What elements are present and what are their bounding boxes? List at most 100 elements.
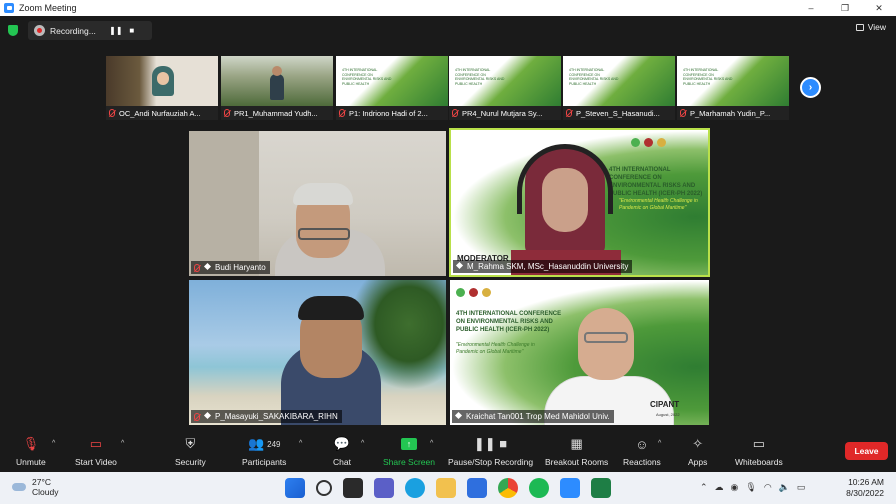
spotify-icon[interactable] [529,478,549,498]
zoom-tray-icon[interactable]: ◉ [731,482,739,493]
breakout-rooms-icon: ▦ [570,436,583,451]
cloud-icon [12,483,26,491]
video-off-icon: ▭ [89,436,103,451]
chat-button[interactable]: 💬 Chat [333,435,351,467]
apps-icon: ✧ [692,436,704,451]
battery-icon[interactable]: ▭ [797,482,806,493]
recording-indicator: Recording... ❚❚ ■ [28,21,152,40]
start-video-button[interactable]: ▭ Start Video [75,435,117,467]
muted-mic-icon [339,109,345,117]
pin-icon [204,264,211,271]
participant-name: P_Masayuki_SAKAKIBARA_RIHN [215,412,338,421]
file-explorer-icon[interactable] [436,478,456,498]
share-options-caret-icon[interactable]: ^ [430,440,433,447]
volume-icon[interactable]: 🔈 [779,482,790,493]
clock-date: 8/30/2022 [846,488,884,498]
next-page-arrow-icon[interactable]: › [800,77,821,98]
sponsor-logos [456,288,491,297]
slide-conference-title: 4TH INTERNATIONAL CONFERENCE ON ENVIRONM… [609,167,703,197]
edge-browser-icon[interactable] [405,478,425,498]
window-titlebar: Zoom Meeting – ❐ ✕ [0,0,896,16]
shield-icon: ⛨ [185,436,196,451]
video-tile[interactable]: P_Masayuki_SAKAKIBARA_RIHN [189,280,446,425]
pin-icon [456,263,463,270]
leave-button[interactable]: Leave [845,442,888,460]
video-tile[interactable]: 4TH INTERNATIONAL CONFERENCE ON ENVIRONM… [450,280,709,425]
maximize-button[interactable]: ❐ [828,0,862,16]
temperature: 27°C [32,477,51,487]
close-window-button[interactable]: ✕ [862,0,896,16]
video-options-caret-icon[interactable]: ^ [121,440,124,447]
task-view-icon[interactable] [343,478,363,498]
pause-stop-recording-button[interactable]: ❚❚ ■ Pause/Stop Recording [448,435,533,467]
video-tile-active-speaker[interactable]: 4TH INTERNATIONAL CONFERENCE ON ENVIRONM… [449,128,710,277]
glasses [584,332,628,343]
start-video-label: Start Video [75,457,117,467]
security-button[interactable]: ⛨ Security [175,435,206,467]
slide-conference-title: 4TH INTERNATIONAL CONFERENCE ON ENVIRONM… [456,311,562,333]
unmute-button[interactable]: 🎙 Unmute [16,435,46,467]
thumbnail-tile[interactable]: 4TH INTERNATIONAL CONFERENCE ON ENVIRONM… [449,56,561,120]
participant-name-badge: Kraichat Tan001 Trop Med Mahidol Univ. [452,410,614,423]
breakout-rooms-button[interactable]: ▦ Breakout Rooms [545,435,608,467]
weather-widget[interactable]: 27°C Cloudy [12,477,58,497]
apps-button[interactable]: ✧ Apps [688,435,707,467]
thumbnail-name: OC_Andi Nurfauziah A... [119,108,201,118]
recording-label: Recording... [50,25,96,36]
person-hair [298,296,364,320]
chrome-browser-icon[interactable] [498,478,518,498]
mail-icon[interactable] [467,478,487,498]
muted-mic-icon [224,109,230,117]
wifi-icon[interactable]: ◠ [764,482,772,493]
thumbnail-tile[interactable]: OC_Andi Nurfauziah A... [106,56,218,120]
thumbnail-name: P1: Indriono Hadi of 2... [349,108,428,118]
pause-recording-label: Pause/Stop Recording [448,457,534,467]
encryption-shield-icon[interactable] [8,25,18,36]
search-icon[interactable] [316,480,332,496]
pause-stop-icon: ❚❚ ■ [473,436,508,451]
whiteboards-button[interactable]: ▭ Whiteboards [735,435,783,467]
participants-icon: 👥 249 [247,436,281,451]
thumbnail-tile[interactable]: PR1_Muhammad Yudh... [221,56,333,120]
participant-name: Kraichat Tan001 Trop Med Mahidol Univ. [466,412,610,421]
microphone-icon[interactable]: 🎙 [745,482,756,493]
pause-recording-icon[interactable]: ❚❚ [108,26,124,35]
participants-options-caret-icon[interactable]: ^ [299,440,302,447]
show-hidden-icons-icon[interactable]: ⌃ [700,482,708,493]
minimize-button[interactable]: – [794,0,828,16]
thumbnail-tile[interactable]: 4TH INTERNATIONAL CONFERENCE ON ENVIRONM… [677,56,789,120]
chat-app-icon[interactable] [374,478,394,498]
view-grid-icon [855,23,864,31]
background-wall [189,131,259,276]
cloud-sync-icon[interactable]: ☁ [715,482,724,493]
video-tile[interactable]: Budi Haryanto [189,131,446,276]
taskbar-clock[interactable]: 10:26 AM 8/30/2022 [846,477,884,499]
pin-icon [455,413,462,420]
chat-options-caret-icon[interactable]: ^ [361,440,364,447]
chat-bubble-icon: 💬 [333,436,351,451]
slide-thumbnail: 4TH INTERNATIONAL CONFERENCE ON ENVIRONM… [563,56,675,106]
thumbnail-tile[interactable]: 4TH INTERNATIONAL CONFERENCE ON ENVIRONM… [563,56,675,120]
audio-options-caret-icon[interactable]: ^ [52,440,55,447]
stop-recording-icon[interactable]: ■ [124,26,140,35]
sponsor-logos [631,138,666,147]
zoom-app-icon[interactable] [560,478,580,498]
participant-role-label: CIPANT [650,400,680,409]
muted-mic-icon [194,263,200,272]
person-face [578,308,634,380]
participants-button[interactable]: 👥 249 Participants [242,435,286,467]
participant-name: Budi Haryanto [215,263,266,272]
muted-mic-icon [566,109,572,117]
windows-start-icon[interactable] [285,478,305,498]
thumbnail-tile[interactable]: 4TH INTERNATIONAL CONFERENCE ON ENVIRONM… [336,56,448,120]
share-screen-button[interactable]: ↑ Share Screen [383,435,435,467]
excel-icon[interactable] [591,478,611,498]
reactions-button[interactable]: ☺ Reactions [623,435,661,468]
chat-label: Chat [333,457,351,467]
pinned-apps [285,478,611,498]
recording-icon [34,25,45,36]
unmute-label: Unmute [16,457,46,467]
slide-theme: "Environmental Health Challenge in Pande… [456,342,535,355]
reactions-options-caret-icon[interactable]: ^ [658,440,661,447]
view-button[interactable]: View [855,22,886,32]
